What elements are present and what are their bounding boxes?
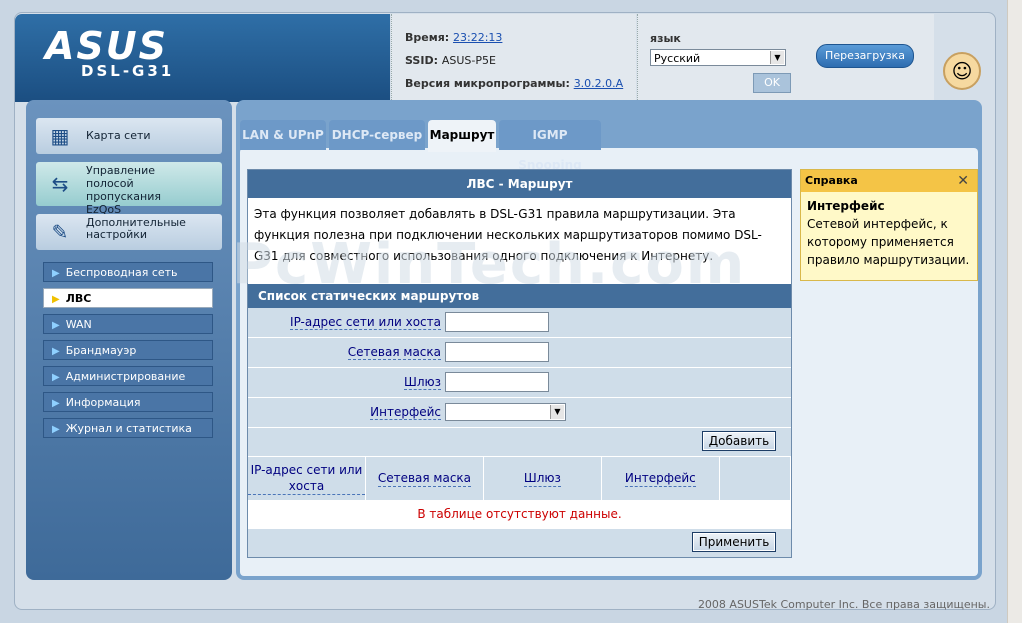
chevron-down-icon[interactable]: ▼ [770, 51, 784, 64]
status-info: Время: 23:22:13 SSID: ASUS-P5E Версия ми… [391, 14, 636, 102]
ssid-row: SSID: ASUS-P5E [405, 54, 496, 67]
add-row: Добавить [248, 428, 791, 456]
logo-area: ASUS DSL-G31 [15, 14, 390, 102]
netmask-label: Сетевая маска [347, 345, 441, 360]
language-area: язык Русский ▼ OK Перезагрузка [637, 14, 934, 102]
add-button[interactable]: Добавить [702, 431, 776, 451]
netmask-input[interactable] [445, 342, 549, 362]
sidebar-item-label: Администрирование [65, 370, 186, 383]
sidebar-main-label: Дополнительные настройки [86, 216, 186, 241]
firmware-label: Версия микропрограммы: [405, 77, 570, 90]
help-panel: Справка ✕ Интерфейс Сетевой интерфейс, к… [800, 169, 978, 281]
time-row: Время: 23:22:13 [405, 31, 502, 44]
ezqos-arrows-icon: ⇆ [51, 172, 69, 196]
sidebar-item-lan[interactable]: ▶ ЛВС [43, 288, 213, 308]
arrow-right-icon: ▶ [52, 372, 60, 383]
header: ASUS DSL-G31 Время: 23:22:13 SSID: ASUS-… [15, 14, 993, 102]
sidebar-item-label: Журнал и статистика [65, 422, 192, 435]
sidebar-item-wireless[interactable]: ▶ Беспроводная сеть [43, 262, 213, 282]
help-heading: Интерфейс [807, 199, 885, 213]
tab-lan-upnp[interactable]: LAN & UPnP [240, 120, 326, 150]
gateway-label: Шлюз [404, 375, 441, 390]
col-ip: IP-адрес сети или хоста [248, 457, 366, 500]
col-action [720, 457, 791, 500]
reboot-button[interactable]: Перезагрузка [816, 44, 914, 68]
routes-table-header: IP-адрес сети или хоста Сетевая маска Шл… [248, 456, 791, 500]
sidebar-item-label: Беспроводная сеть [65, 266, 178, 279]
sidebar-main-label: Карта сети [86, 129, 151, 142]
sidebar-item-label: Брандмауэр [65, 344, 137, 357]
window-scrollbar[interactable] [1007, 0, 1022, 623]
sidebar-item-firewall[interactable]: ▶ Брандмауэр [43, 340, 213, 360]
sidebar-ezqos[interactable]: ⇆ Управление полосой пропускания EzQoS [36, 162, 222, 216]
sidebar-item-label: WAN [65, 318, 92, 331]
ip-label: IP-адрес сети или хоста [290, 315, 441, 330]
arrow-right-icon: ▶ [52, 320, 60, 331]
arrow-right-icon: ▶ [52, 294, 60, 305]
sidebar-item-label: Информация [65, 396, 141, 409]
col-netmask: Сетевая маска [366, 457, 484, 500]
language-value: Русский [654, 52, 701, 65]
arrow-right-icon: ▶ [52, 346, 60, 357]
close-icon[interactable]: ✕ [957, 170, 969, 192]
apply-button[interactable]: Применить [692, 532, 776, 552]
tab-dhcp-server[interactable]: DHCP-сервер [329, 120, 425, 150]
section-title: Список статических маршрутов [248, 284, 791, 308]
arrow-right-icon: ▶ [52, 424, 60, 435]
time-value-link[interactable]: 23:22:13 [453, 31, 502, 44]
network-map-icon: ▦ [50, 124, 70, 148]
chevron-down-icon[interactable]: ▼ [550, 405, 564, 419]
sidebar-advanced-settings[interactable]: ✎ Дополнительные настройки [36, 214, 222, 250]
help-title: Справка ✕ [801, 170, 977, 192]
panel-title: ЛВС - Маршрут [248, 170, 791, 198]
interface-select[interactable]: ▼ [445, 403, 566, 421]
mascot-face-icon: ☺ [943, 52, 981, 90]
firmware-value-link[interactable]: 3.0.2.0.A [574, 77, 624, 90]
sidebar-item-administration[interactable]: ▶ Администрирование [43, 366, 213, 386]
sidebar-main-label: Управление полосой пропускания EzQoS [86, 164, 161, 216]
wrench-icon: ✎ [51, 220, 69, 244]
time-label: Время: [405, 31, 450, 44]
footer-copyright: 2008 ASUSTek Computer Inc. Все права защ… [697, 598, 990, 611]
arrow-right-icon: ▶ [52, 398, 60, 409]
route-panel: ЛВС - Маршрут Эта функция позволяет доба… [247, 169, 792, 558]
interface-label: Интерфейс [370, 405, 441, 420]
arrow-right-icon: ▶ [52, 268, 60, 279]
help-text: Сетевой интерфейс, к которому применяетс… [807, 217, 970, 267]
tab-igmp-snooping[interactable]: IGMP Snooping [499, 120, 601, 172]
firmware-row: Версия микропрограммы: 3.0.2.0.A [405, 77, 623, 90]
sidebar-item-label: ЛВС [65, 292, 92, 305]
help-title-label: Справка [805, 174, 858, 187]
ip-input[interactable] [445, 312, 549, 332]
language-ok-button[interactable]: OK [753, 73, 791, 93]
ssid-value: ASUS-P5E [441, 54, 496, 67]
gateway-input[interactable] [445, 372, 549, 392]
empty-table-message: В таблице отсутствуют данные. [248, 500, 791, 529]
form-row-ip: IP-адрес сети или хоста [248, 308, 791, 338]
language-select[interactable]: Русский ▼ [650, 49, 786, 66]
col-gateway: Шлюз [484, 457, 602, 500]
form-row-interface: Интерфейс ▼ [248, 398, 791, 428]
language-label: язык [650, 32, 681, 45]
sidebar-item-wan[interactable]: ▶ WAN [43, 314, 213, 334]
apply-row: Применить [248, 529, 791, 557]
ssid-label: SSID: [405, 54, 438, 67]
model-name: DSL-G31 [81, 62, 175, 80]
col-interface: Интерфейс [602, 457, 720, 500]
form-row-mask: Сетевая маска [248, 338, 791, 368]
sidebar-item-log-stats[interactable]: ▶ Журнал и статистика [43, 418, 213, 438]
sidebar-item-information[interactable]: ▶ Информация [43, 392, 213, 412]
tab-route[interactable]: Маршрут [428, 120, 496, 152]
panel-description: Эта функция позволяет добавлять в DSL-G3… [254, 207, 762, 263]
form-row-gateway: Шлюз [248, 368, 791, 398]
sidebar-network-map[interactable]: ▦ Карта сети [36, 118, 222, 154]
